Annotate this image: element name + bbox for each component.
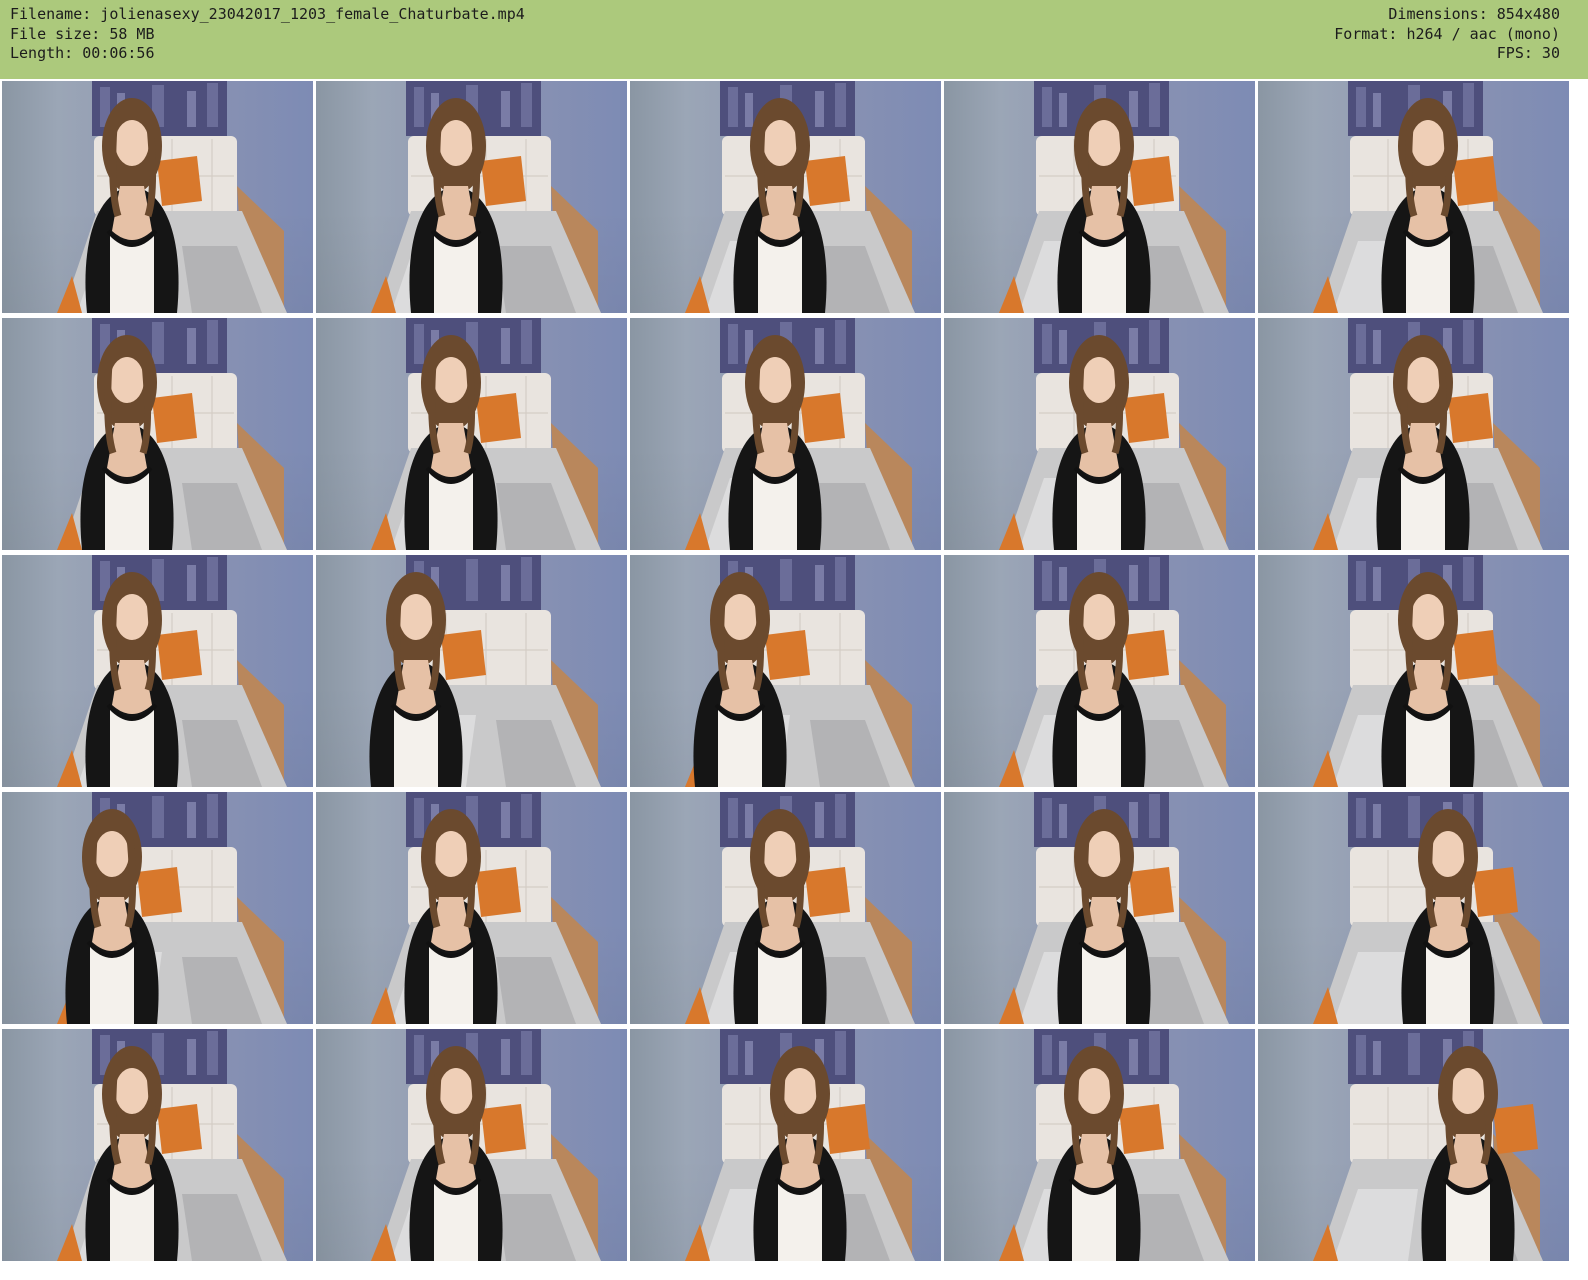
video-frame-thumbnail — [1258, 1029, 1569, 1261]
video-frame-thumbnail — [944, 318, 1255, 550]
video-frame-image — [57, 555, 287, 787]
video-frame-thumbnail — [944, 792, 1255, 1024]
video-frame-thumbnail — [316, 318, 627, 550]
video-frame-image — [57, 792, 287, 1024]
video-frame-thumbnail — [944, 81, 1255, 313]
video-frame-thumbnail — [1258, 792, 1569, 1024]
video-frame-image — [371, 81, 601, 313]
video-frame-image — [371, 1029, 601, 1261]
video-frame-thumbnail — [2, 1029, 313, 1261]
video-frame-thumbnail — [2, 555, 313, 787]
video-frame-thumbnail — [944, 555, 1255, 787]
video-frame-image — [685, 318, 915, 550]
video-frame-image — [685, 792, 915, 1024]
video-frame-thumbnail — [2, 792, 313, 1024]
video-frame-thumbnail — [1258, 555, 1569, 787]
video-frame-image — [57, 318, 287, 550]
video-frame-image — [371, 792, 601, 1024]
video-frame-image — [685, 1029, 915, 1261]
video-frame-image — [999, 1029, 1229, 1261]
file-info-header: Filename: jolienasexy_23042017_1203_fema… — [0, 0, 1588, 79]
video-frame-image — [1313, 792, 1543, 1024]
video-frame-image — [1313, 81, 1543, 313]
video-frame-thumbnail — [1258, 318, 1569, 550]
video-frame-thumbnail — [630, 318, 941, 550]
video-frame-thumbnail — [2, 81, 313, 313]
video-frame-thumbnail — [1258, 81, 1569, 313]
file-info-left: Filename: jolienasexy_23042017_1203_fema… — [10, 5, 525, 64]
video-frame-image — [685, 81, 915, 313]
length-text: Length: 00:06:56 — [10, 44, 155, 62]
file-info-right: Dimensions: 854x480 Format: h264 / aac (… — [1334, 5, 1560, 64]
video-frame-thumbnail — [2, 318, 313, 550]
format-text: Format: h264 / aac (mono) — [1334, 24, 1560, 43]
video-frame-image — [999, 555, 1229, 787]
video-frame-thumbnail — [316, 792, 627, 1024]
video-frame-image — [371, 318, 601, 550]
video-frame-thumbnail — [630, 1029, 941, 1261]
video-frame-image — [685, 555, 915, 787]
thumbnail-grid — [0, 79, 1588, 1280]
dimensions-text: Dimensions: 854x480 — [1388, 5, 1560, 23]
video-frame-thumbnail — [630, 81, 941, 313]
video-frame-image — [57, 1029, 287, 1261]
video-frame-thumbnail — [316, 81, 627, 313]
video-frame-image — [369, 555, 601, 787]
video-frame-thumbnail — [630, 792, 941, 1024]
video-frame-image — [1313, 318, 1543, 550]
video-frame-thumbnail — [944, 1029, 1255, 1261]
video-frame-image — [999, 792, 1229, 1024]
video-frame-thumbnail — [630, 555, 941, 787]
video-frame-image — [57, 81, 287, 313]
filename-text: Filename: jolienasexy_23042017_1203_fema… — [10, 5, 525, 23]
video-frame-thumbnail — [316, 555, 627, 787]
video-frame-image — [999, 318, 1229, 550]
filesize-text: File size: 58 MB — [10, 24, 155, 43]
video-frame-image — [999, 81, 1229, 313]
video-frame-thumbnail — [316, 1029, 627, 1261]
video-frame-image — [1313, 555, 1543, 787]
video-frame-image — [1313, 1029, 1543, 1261]
fps-text: FPS: 30 — [1496, 44, 1560, 62]
